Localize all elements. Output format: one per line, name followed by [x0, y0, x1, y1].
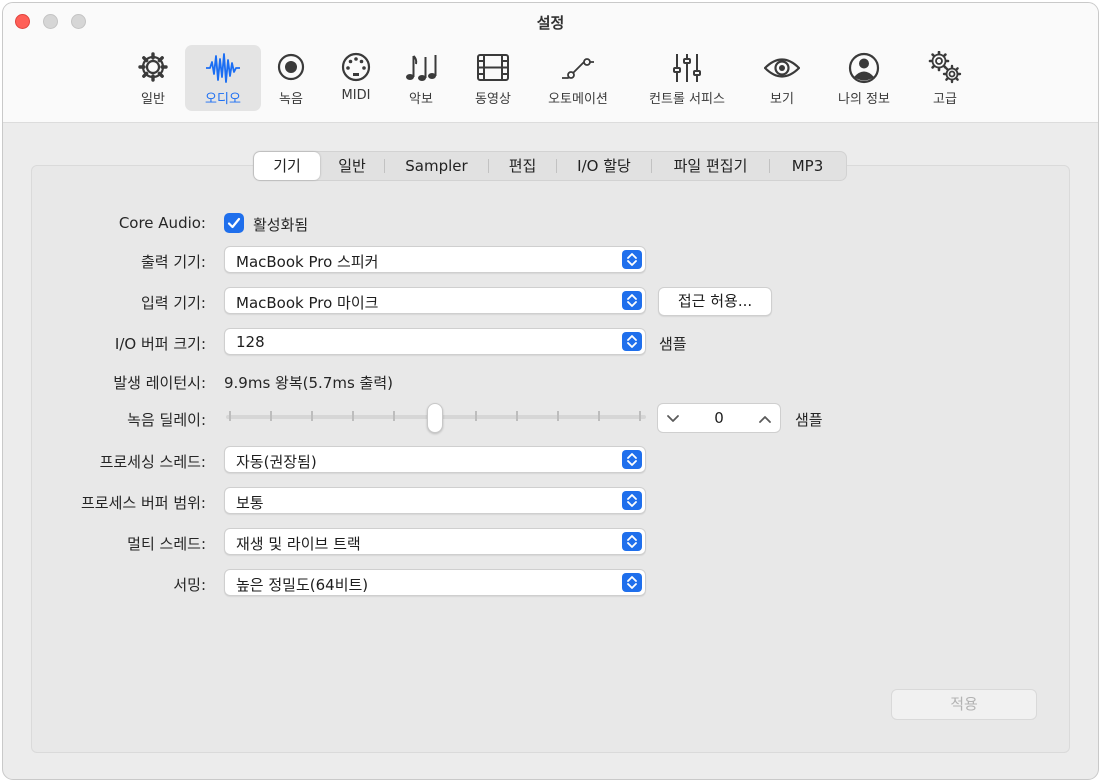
gear-icon: [138, 52, 168, 82]
toolbar-item-label: 컨트롤 서피스: [649, 92, 725, 107]
toolbar: 설정 일반 오디오 녹음 MIDI 악보 동영상 오토메이션 컨트롤 서피스 보…: [3, 3, 1098, 123]
midi-port-icon: [341, 52, 371, 82]
slider-tick: [639, 411, 641, 421]
multithreading-label: 멀티 스레드:: [127, 535, 206, 553]
output-device-value: MacBook Pro 스피커: [236, 253, 379, 271]
toolbar-item-label: 악보: [409, 92, 433, 107]
toolbar-item-control-surfaces[interactable]: 컨트롤 서피스: [633, 45, 741, 111]
io-buffer-unit: 샘플: [659, 335, 687, 353]
settings-window: 설정 일반 오디오 녹음 MIDI 악보 동영상 오토메이션 컨트롤 서피스 보…: [2, 2, 1099, 780]
toolbar-item-record[interactable]: 녹음: [261, 45, 321, 111]
automation-curve-icon: [562, 58, 594, 79]
slider-tick: [311, 411, 313, 421]
tab-file-editor[interactable]: 파일 편집기: [652, 152, 769, 180]
tab-sampler[interactable]: Sampler: [385, 152, 488, 180]
toolbar-item-label: 일반: [141, 92, 165, 107]
toolbar-item-label: 녹음: [279, 92, 303, 107]
resulting-latency-label: 발생 레이턴시:: [113, 374, 206, 392]
toolbar-item-my-info[interactable]: 나의 정보: [823, 45, 905, 111]
updown-arrows-icon: [622, 291, 642, 310]
toolbar-item-audio[interactable]: 오디오: [185, 45, 261, 111]
input-device-label: 입력 기기:: [140, 294, 206, 312]
recording-delay-slider-knob[interactable]: [427, 403, 443, 433]
toolbar-item-label: 동영상: [475, 92, 511, 107]
faders-icon: [673, 54, 701, 82]
updown-arrows-icon: [622, 450, 642, 469]
apply-button[interactable]: 적용: [891, 689, 1037, 720]
tab-io-assignments[interactable]: I/O 할당: [557, 152, 651, 180]
processing-threads-popup[interactable]: 자동(권장됨): [224, 446, 646, 473]
process-buffer-range-popup[interactable]: 보통: [224, 487, 646, 514]
updown-arrows-icon: [622, 491, 642, 510]
tab-editing[interactable]: 편집: [489, 152, 556, 180]
io-buffer-size-value: 128: [236, 333, 265, 351]
updown-arrows-icon: [622, 332, 642, 351]
toolbar-item-general[interactable]: 일반: [118, 45, 188, 111]
updown-arrows-icon: [622, 532, 642, 551]
recording-delay-stepper: 0: [657, 403, 781, 433]
toolbar-item-label: 오토메이션: [548, 92, 608, 107]
eye-icon: [764, 58, 800, 78]
resulting-latency-value: 9.9ms 왕복(5.7ms 출력): [224, 374, 394, 392]
summing-value: 높은 정밀도(64비트): [236, 576, 369, 594]
toolbar-item-label: 보기: [770, 92, 794, 107]
core-audio-label: Core Audio:: [118, 214, 206, 232]
toolbar-item-label: 오디오: [205, 92, 241, 107]
multithreading-value: 재생 및 라이브 트랙: [236, 535, 361, 553]
film-icon: [477, 54, 509, 81]
tab-bar: 기기 일반 Sampler 편집 I/O 할당 파일 편집기 MP3: [253, 151, 847, 181]
music-notes-icon: [406, 55, 437, 81]
toolbar-item-label: MIDI: [341, 88, 371, 103]
window-title: 설정: [536, 14, 565, 32]
gears-icon: [928, 51, 962, 84]
process-buffer-range-label: 프로세스 버퍼 범위:: [81, 494, 206, 512]
input-device-popup[interactable]: MacBook Pro 마이크: [224, 287, 646, 314]
toolbar-item-midi[interactable]: MIDI: [325, 45, 387, 111]
updown-arrows-icon: [622, 573, 642, 592]
slider-tick: [393, 411, 395, 421]
toolbar-item-movie[interactable]: 동영상: [458, 45, 528, 111]
core-audio-checkbox[interactable]: [224, 213, 244, 233]
slider-tick: [270, 411, 272, 421]
summing-popup[interactable]: 높은 정밀도(64비트): [224, 569, 646, 596]
slider-tick: [352, 411, 354, 421]
slider-tick: [598, 411, 600, 421]
io-buffer-size-popup[interactable]: 128: [224, 328, 646, 355]
multithreading-popup[interactable]: 재생 및 라이브 트랙: [224, 528, 646, 555]
allow-access-button[interactable]: 접근 허용...: [658, 287, 772, 316]
record-icon: [277, 53, 305, 81]
core-audio-enabled-label: 활성화됨: [253, 216, 309, 234]
recording-delay-label: 녹음 딜레이:: [127, 411, 206, 429]
io-buffer-size-label: I/O 버퍼 크기:: [114, 335, 206, 353]
output-device-popup[interactable]: MacBook Pro 스피커: [224, 246, 646, 273]
recording-delay-unit: 샘플: [795, 411, 823, 429]
checkmark-icon: [227, 217, 241, 229]
updown-arrows-icon: [622, 250, 642, 269]
process-buffer-range-value: 보통: [236, 494, 264, 512]
chevron-up-icon[interactable]: [758, 414, 772, 424]
toolbar-item-label: 고급: [933, 92, 957, 107]
slider-tick: [475, 411, 477, 421]
input-device-value: MacBook Pro 마이크: [236, 294, 379, 312]
toolbar-item-label: 나의 정보: [838, 92, 890, 107]
toolbar-item-score[interactable]: 악보: [391, 45, 451, 111]
slider-tick: [229, 411, 231, 421]
tab-mp3[interactable]: MP3: [770, 152, 845, 180]
summing-label: 서밍:: [173, 576, 206, 594]
processing-threads-label: 프로세싱 스레드:: [99, 453, 206, 471]
tab-devices[interactable]: 기기: [254, 152, 320, 180]
toolbar-item-view[interactable]: 보기: [751, 45, 813, 111]
toolbar-item-automation[interactable]: 오토메이션: [534, 45, 622, 111]
processing-threads-value: 자동(권장됨): [236, 453, 317, 471]
person-circle-icon: [848, 52, 880, 84]
tab-general[interactable]: 일반: [320, 152, 384, 180]
toolbar-item-advanced[interactable]: 고급: [915, 45, 975, 111]
slider-tick: [516, 411, 518, 421]
slider-tick: [557, 411, 559, 421]
waveform-icon: [206, 53, 240, 83]
output-device-label: 출력 기기:: [140, 253, 206, 271]
